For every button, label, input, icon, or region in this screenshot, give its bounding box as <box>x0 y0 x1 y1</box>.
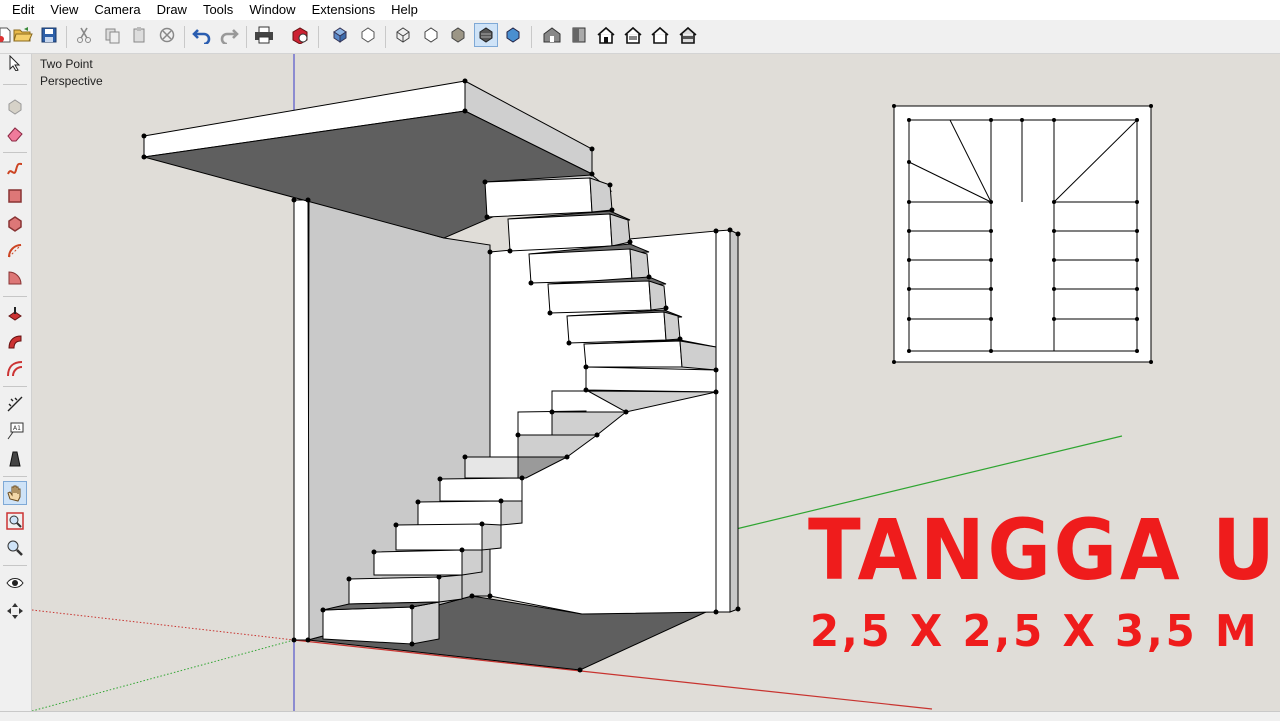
paint-bucket-icon[interactable] <box>4 448 26 470</box>
erase-icon[interactable] <box>156 24 178 46</box>
polygon-icon[interactable] <box>4 213 26 235</box>
right-view-icon[interactable] <box>622 24 644 46</box>
copy-icon[interactable] <box>101 24 123 46</box>
menu-window[interactable]: Window <box>241 0 303 20</box>
monochrome-icon[interactable] <box>502 24 524 46</box>
undo-icon[interactable] <box>191 24 213 46</box>
pushpull-icon[interactable] <box>4 304 26 326</box>
followme-icon[interactable] <box>4 331 26 353</box>
offset-icon[interactable] <box>4 358 26 380</box>
camera-label-line-1: Two Point <box>40 57 93 71</box>
menu-edit[interactable]: Edit <box>0 0 42 20</box>
xray-icon[interactable] <box>329 24 351 46</box>
select-icon[interactable] <box>4 52 26 74</box>
hidden-line-icon[interactable] <box>420 24 442 46</box>
left-column <box>293 199 310 641</box>
save-icon[interactable] <box>38 24 60 46</box>
text-tool-icon[interactable]: A1 <box>4 420 26 442</box>
component-icon[interactable] <box>4 96 26 118</box>
arc-icon[interactable] <box>4 240 26 262</box>
iso-view-icon[interactable] <box>541 24 563 46</box>
stair-plan-view <box>892 104 1153 364</box>
axis-red-dotted <box>32 609 295 641</box>
freehand-icon[interactable] <box>4 158 26 180</box>
top-view-icon[interactable] <box>568 24 590 46</box>
menu-draw[interactable]: Draw <box>149 0 195 20</box>
front-view-icon[interactable] <box>595 24 617 46</box>
eraser-icon[interactable] <box>4 123 26 145</box>
camera-label: Two Point Perspective <box>40 56 103 90</box>
main-toolbar <box>0 20 1280 54</box>
print-icon[interactable] <box>253 24 275 46</box>
menu-tools[interactable]: Tools <box>195 0 241 20</box>
overlay-title: TANGGA U <box>808 501 1278 599</box>
left-toolbar: A1 <box>0 54 32 714</box>
back-view-icon[interactable] <box>649 24 671 46</box>
right-column-side <box>729 229 739 613</box>
menu-extensions[interactable]: Extensions <box>304 0 384 20</box>
left-view-icon[interactable] <box>677 24 699 46</box>
model-info-icon[interactable] <box>289 24 311 46</box>
wireframe-icon[interactable] <box>392 24 414 46</box>
shaded-textures-icon[interactable] <box>474 23 498 47</box>
shaded-icon[interactable] <box>447 24 469 46</box>
paste-icon[interactable] <box>128 24 150 46</box>
menu-help[interactable]: Help <box>383 0 426 20</box>
redo-icon[interactable] <box>218 24 240 46</box>
look-around-icon[interactable] <box>4 572 26 594</box>
rectangle-icon[interactable] <box>4 185 26 207</box>
menu-bar: Edit View Camera Draw Tools Window Exten… <box>0 0 1280 20</box>
zoom-icon[interactable] <box>4 537 26 559</box>
pan-hand-icon[interactable] <box>3 481 27 505</box>
svg-text:A1: A1 <box>13 425 21 432</box>
cut-icon[interactable] <box>73 24 95 46</box>
overlay-subtitle: 2,5 X 2,5 X 3,5 M <box>810 606 1260 657</box>
axis-green-dotted <box>32 639 295 711</box>
walk-icon[interactable] <box>4 600 26 622</box>
menu-view[interactable]: View <box>42 0 86 20</box>
tape-measure-icon[interactable] <box>4 393 26 415</box>
camera-label-line-2: Perspective <box>40 74 103 88</box>
menu-camera[interactable]: Camera <box>86 0 148 20</box>
zoom-extents-icon[interactable] <box>4 510 26 532</box>
pie-icon[interactable] <box>4 267 26 289</box>
right-column-front <box>715 229 731 613</box>
model-viewport[interactable]: Two Point Perspective TANGGA U 2,5 X 2,5… <box>32 54 1280 711</box>
open-icon[interactable] <box>12 24 34 46</box>
back-edges-icon[interactable] <box>357 24 379 46</box>
